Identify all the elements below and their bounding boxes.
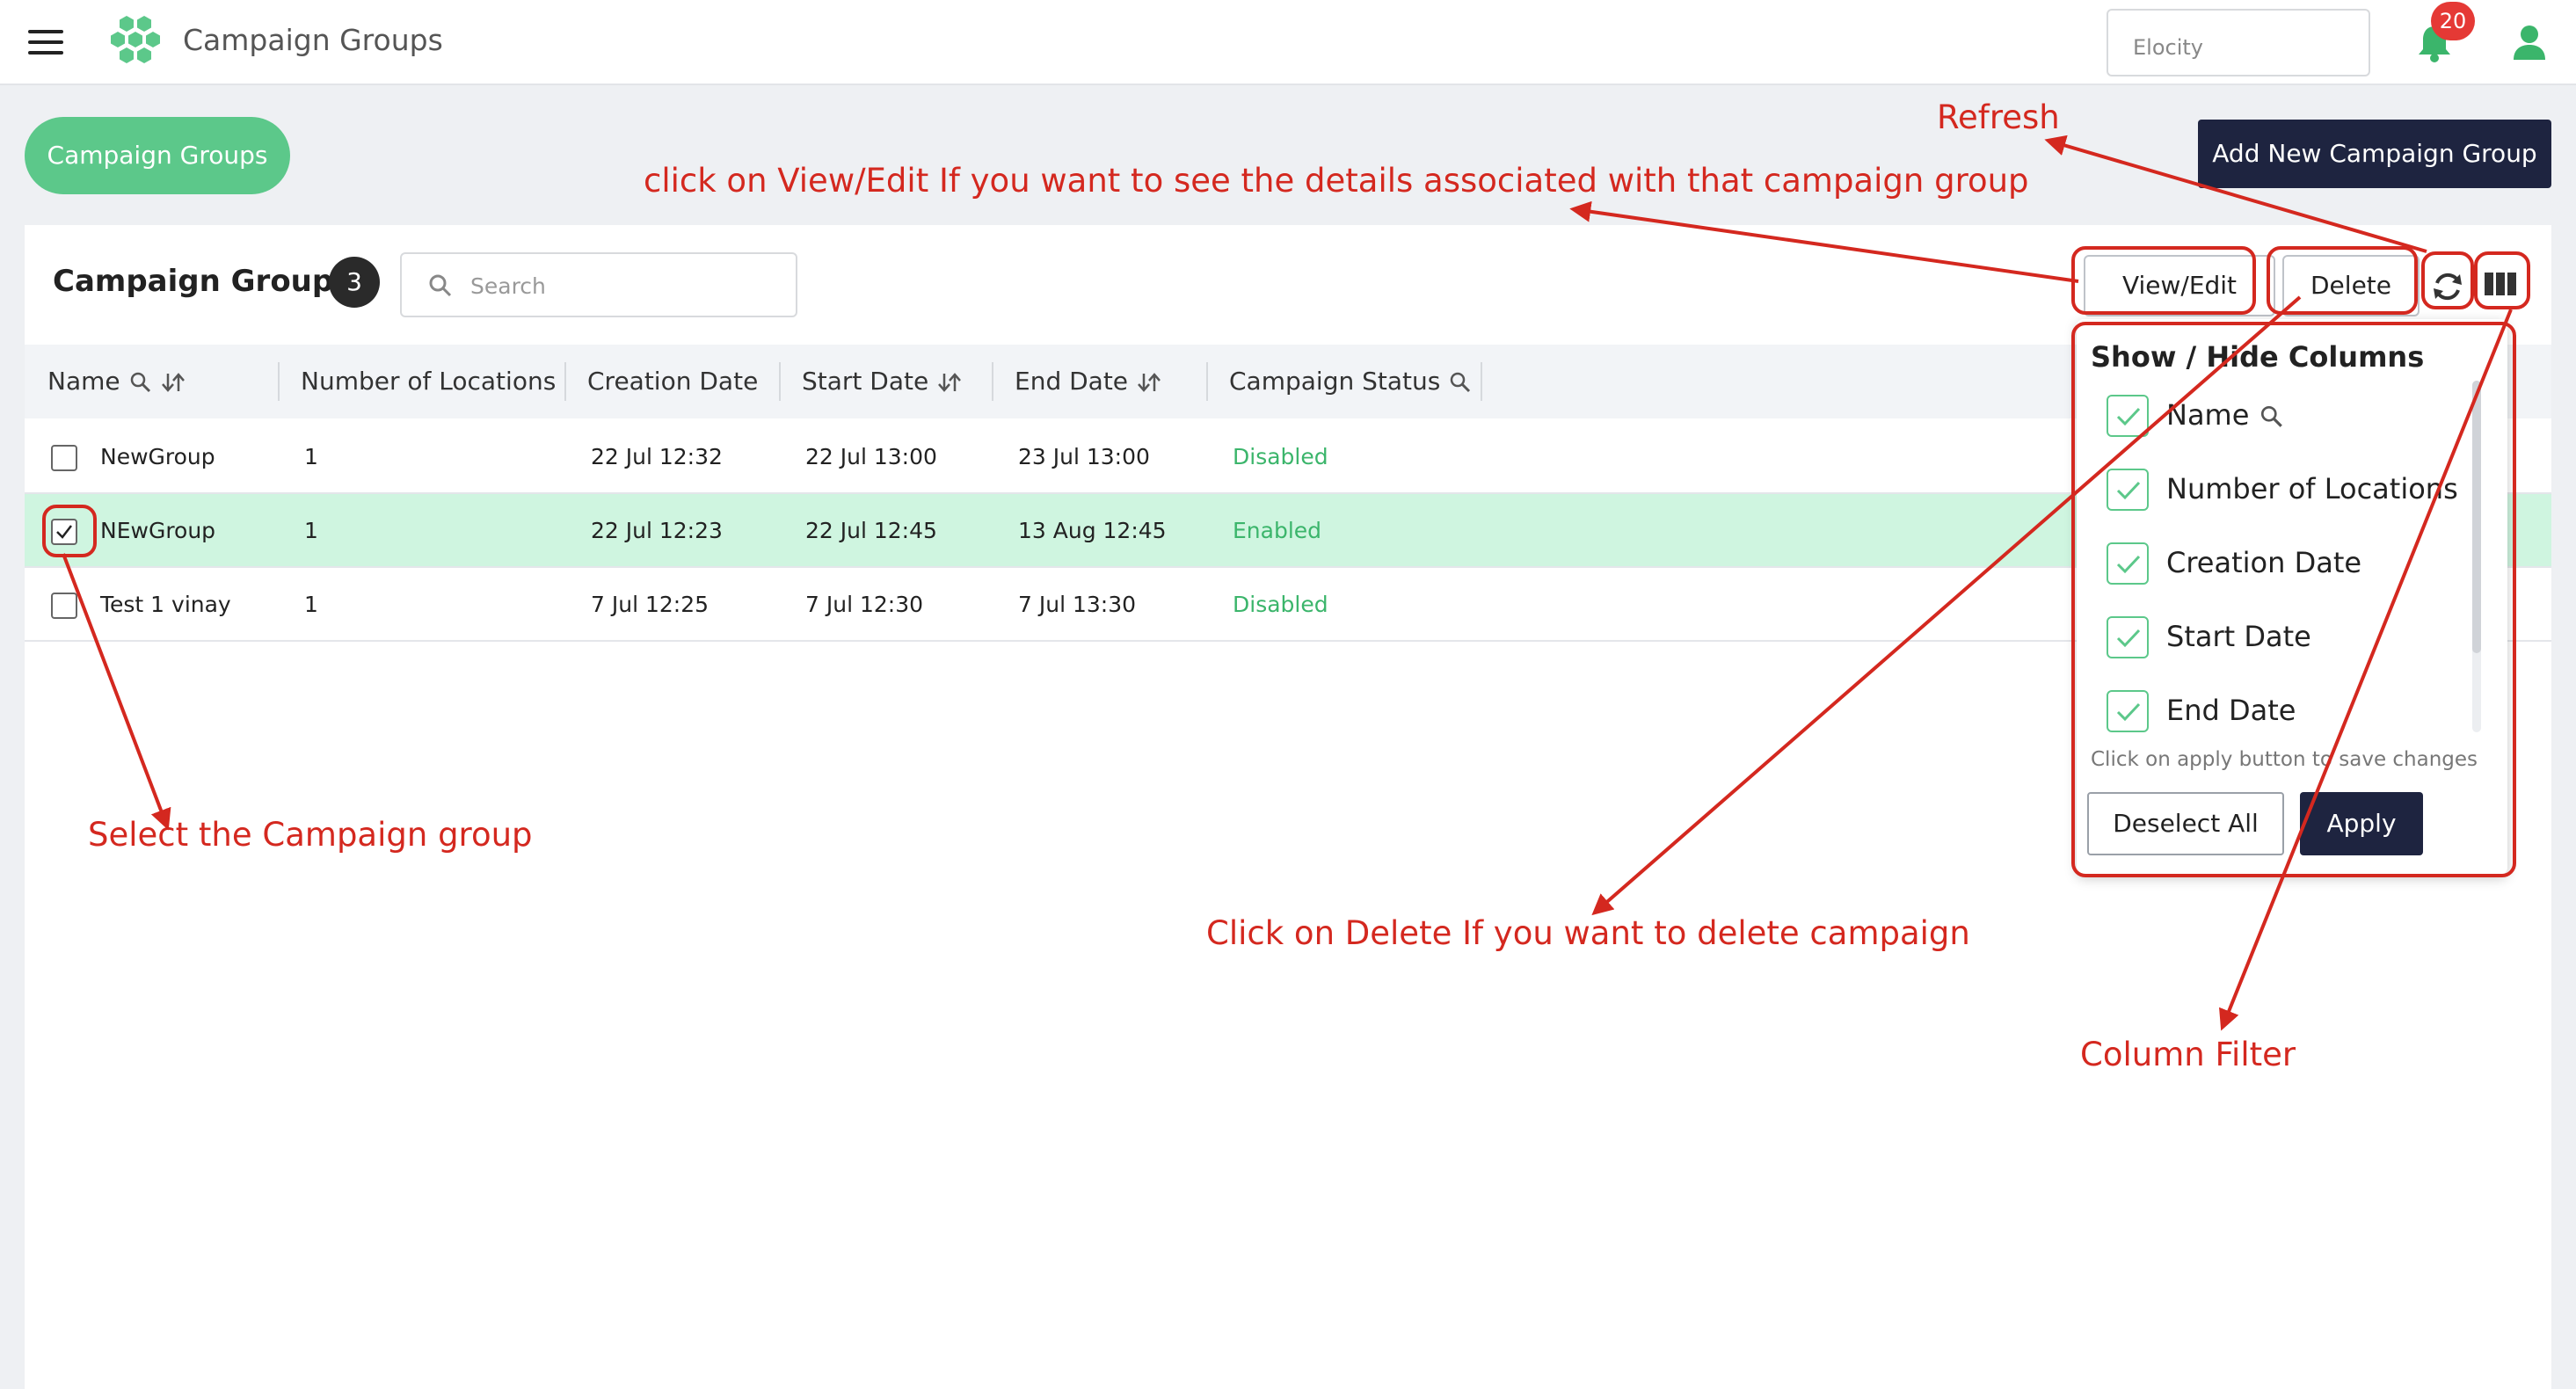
column-panel-title: Show / Hide Columns: [2091, 340, 2425, 374]
cell-status: Enabled: [1233, 518, 1322, 543]
view-edit-button[interactable]: View/Edit: [2084, 255, 2275, 316]
cell-locations: 1: [304, 444, 318, 469]
column-checkbox[interactable]: [2107, 542, 2149, 585]
cell-start-date: 22 Jul 13:00: [805, 444, 937, 469]
column-toggle-label: Number of Locations: [2166, 472, 2458, 505]
annotation-view-edit: click on View/Edit If you want to see th…: [644, 162, 2029, 200]
checkmark-icon: [2116, 407, 2141, 426]
delete-button[interactable]: Delete: [2282, 255, 2420, 316]
column-toggle-label: Creation Date: [2166, 546, 2362, 579]
column-checkbox[interactable]: [2107, 395, 2149, 437]
group-count-badge: 3: [329, 257, 380, 308]
checkmark-icon: [2116, 481, 2141, 500]
column-separator: [564, 362, 566, 401]
cell-start-date: 7 Jul 12:30: [805, 592, 924, 617]
row-checkbox[interactable]: [51, 519, 77, 545]
cell-name: NewGroup: [100, 444, 215, 469]
cell-status: Disabled: [1233, 444, 1328, 469]
annotation-column-filter: Column Filter: [2080, 1036, 2296, 1073]
cell-name: NEwGroup: [100, 518, 216, 543]
row-checkbox[interactable]: [51, 593, 77, 619]
column-separator: [1481, 362, 1482, 401]
annotation-refresh: Refresh: [1937, 98, 2060, 136]
column-separator: [278, 362, 280, 401]
search-box: [400, 252, 797, 317]
column-toggle-label: End Date: [2166, 694, 2296, 727]
deselect-all-button[interactable]: Deselect All: [2087, 792, 2284, 855]
search-icon: [429, 274, 452, 297]
cell-locations: 1: [304, 518, 318, 543]
cell-start-date: 22 Jul 12:45: [805, 518, 937, 543]
cell-creation-date: 22 Jul 12:23: [591, 518, 723, 543]
column-header-name[interactable]: Name: [47, 345, 186, 418]
sort-icon[interactable]: [936, 370, 963, 395]
column-header-locations[interactable]: Number of Locations: [301, 345, 556, 418]
column-separator: [992, 362, 993, 401]
column-panel-hint: Click on apply button to save changes: [2091, 748, 2478, 771]
search-input[interactable]: [470, 266, 778, 305]
app-title: Campaign Groups: [183, 23, 443, 57]
cell-creation-date: 7 Jul 12:25: [591, 592, 709, 617]
row-checkbox[interactable]: [51, 445, 77, 471]
top-bar: Campaign Groups Elocity 20: [0, 0, 2576, 85]
notification-count-badge: 20: [2431, 2, 2475, 40]
column-toggle-label: Start Date: [2166, 620, 2311, 653]
sort-icon[interactable]: [160, 370, 186, 395]
page-title-pill: Campaign Groups: [25, 117, 290, 194]
user-profile-icon[interactable]: [2513, 25, 2546, 60]
organization-select[interactable]: Elocity: [2107, 9, 2370, 76]
column-separator: [1206, 362, 1208, 401]
search-icon: [2260, 405, 2282, 427]
card-title: Campaign Groups: [53, 264, 352, 299]
cell-end-date: 7 Jul 13:30: [1018, 592, 1137, 617]
column-header-campaign-status[interactable]: Campaign Status: [1229, 345, 1473, 418]
refresh-icon[interactable]: [2430, 269, 2465, 304]
sort-icon[interactable]: [1136, 370, 1162, 395]
column-checkbox[interactable]: [2107, 690, 2149, 732]
column-panel-scrollbar[interactable]: [2472, 381, 2481, 732]
column-visibility-panel: Show / Hide Columns Name Number of Locat…: [2077, 319, 2507, 875]
cell-end-date: 13 Aug 12:45: [1018, 518, 1167, 543]
apply-button[interactable]: Apply: [2300, 792, 2423, 855]
menu-icon[interactable]: [28, 30, 63, 55]
cell-name: Test 1 vinay: [100, 592, 231, 617]
column-toggle-label: Name: [2166, 398, 2285, 432]
checkmark-icon: [2116, 702, 2141, 722]
columns-icon[interactable]: [2485, 271, 2516, 297]
checkmark-icon: [2116, 629, 2141, 648]
annotation-delete: Click on Delete If you want to delete ca…: [1206, 914, 1970, 952]
cell-end-date: 23 Jul 13:00: [1018, 444, 1150, 469]
search-icon[interactable]: [1448, 370, 1473, 395]
column-header-start-date[interactable]: Start Date: [802, 345, 963, 418]
column-header-creation-date[interactable]: Creation Date: [587, 345, 758, 418]
add-campaign-group-button[interactable]: Add New Campaign Group: [2198, 120, 2551, 188]
search-icon[interactable]: [128, 370, 153, 395]
column-checkbox[interactable]: [2107, 616, 2149, 658]
hexagon-logo-icon: [111, 16, 160, 63]
cell-status: Disabled: [1233, 592, 1328, 617]
column-separator: [779, 362, 781, 401]
cell-locations: 1: [304, 592, 318, 617]
checkmark-icon: [2116, 555, 2141, 574]
scrollbar-thumb[interactable]: [2472, 381, 2481, 653]
column-header-end-date[interactable]: End Date: [1015, 345, 1162, 418]
annotation-select: Select the Campaign group: [88, 816, 533, 854]
cell-creation-date: 22 Jul 12:32: [591, 444, 723, 469]
column-checkbox[interactable]: [2107, 469, 2149, 511]
checkmark-icon: [56, 525, 72, 539]
